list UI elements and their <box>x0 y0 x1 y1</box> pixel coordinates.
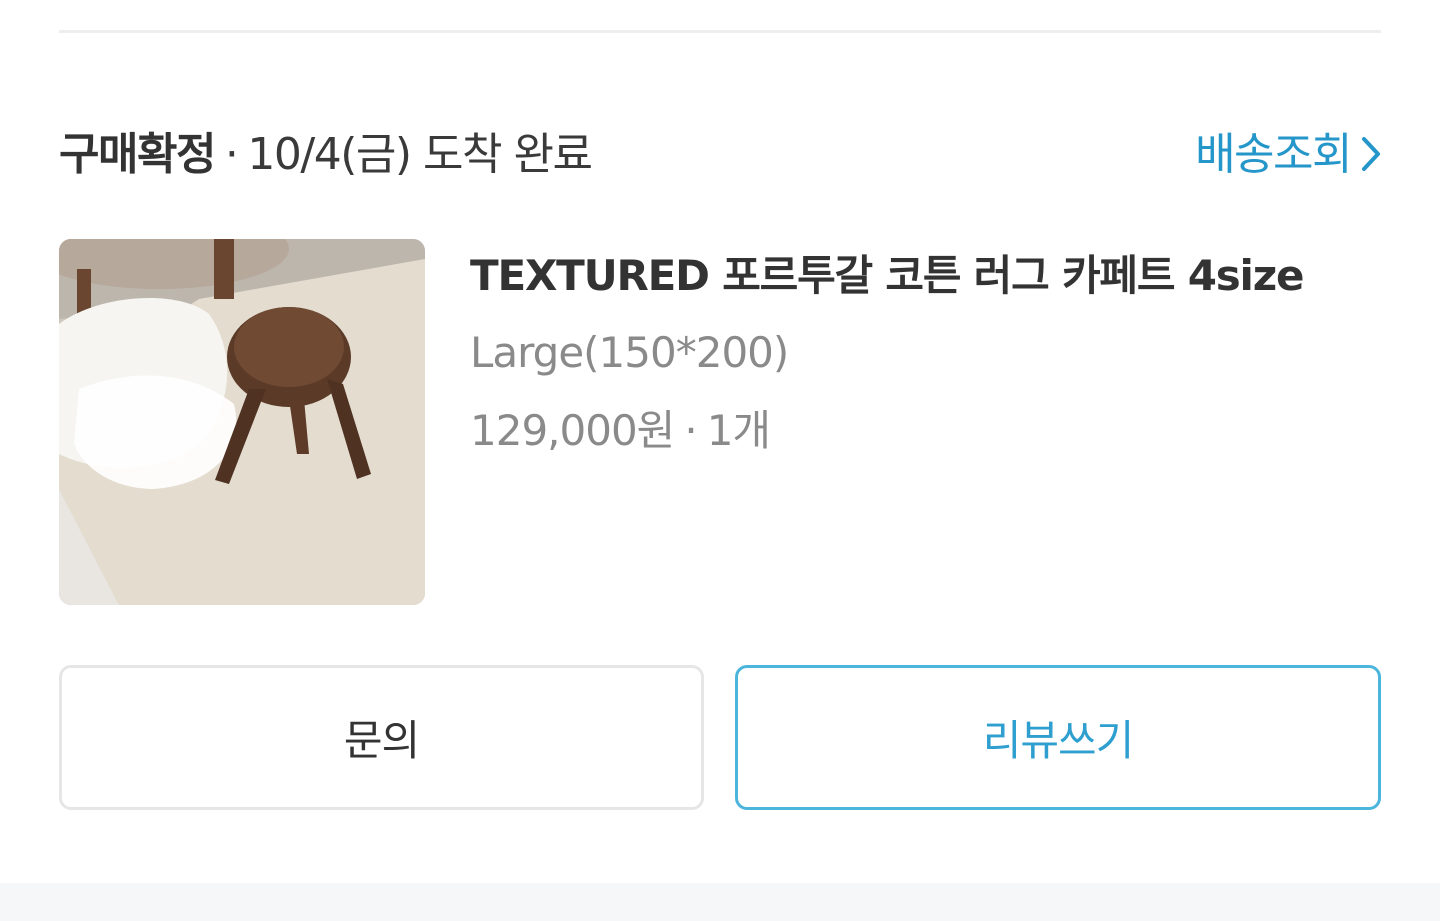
status-separator: · <box>224 129 239 180</box>
product-quantity: 1개 <box>706 406 771 455</box>
purchase-status: 구매확정 <box>59 129 216 180</box>
product-price: 129,000원 <box>470 406 675 455</box>
product-card[interactable]: TEXTURED 포르투갈 코튼 러그 카페트 4size Large(150*… <box>59 239 1381 605</box>
product-option: Large(150*200) <box>470 328 789 377</box>
delivery-tracking-label: 배송조회 <box>1195 129 1352 180</box>
product-info: TEXTURED 포르투갈 코튼 러그 카페트 4size Large(150*… <box>470 245 1381 459</box>
write-review-button[interactable]: 리뷰쓰기 <box>735 665 1381 810</box>
order-status-text: 구매확정 · 10/4(금) 도착 완료 <box>59 118 593 182</box>
chevron-right-icon <box>1361 132 1381 171</box>
product-price-quantity: 129,000원 · 1개 <box>470 403 1381 459</box>
section-divider-band <box>0 883 1440 921</box>
delivery-tracking-link[interactable]: 배송조회 <box>1195 118 1381 182</box>
product-thumbnail[interactable] <box>59 239 425 605</box>
inquiry-button[interactable]: 문의 <box>59 665 704 810</box>
order-status-row: 구매확정 · 10/4(금) 도착 완료 배송조회 <box>59 118 1381 182</box>
top-divider <box>59 30 1381 33</box>
delivery-status: 10/4(금) 도착 완료 <box>247 129 593 180</box>
price-separator: · <box>684 406 697 455</box>
product-name[interactable]: TEXTURED 포르투갈 코튼 러그 카페트 4size <box>470 245 1381 307</box>
